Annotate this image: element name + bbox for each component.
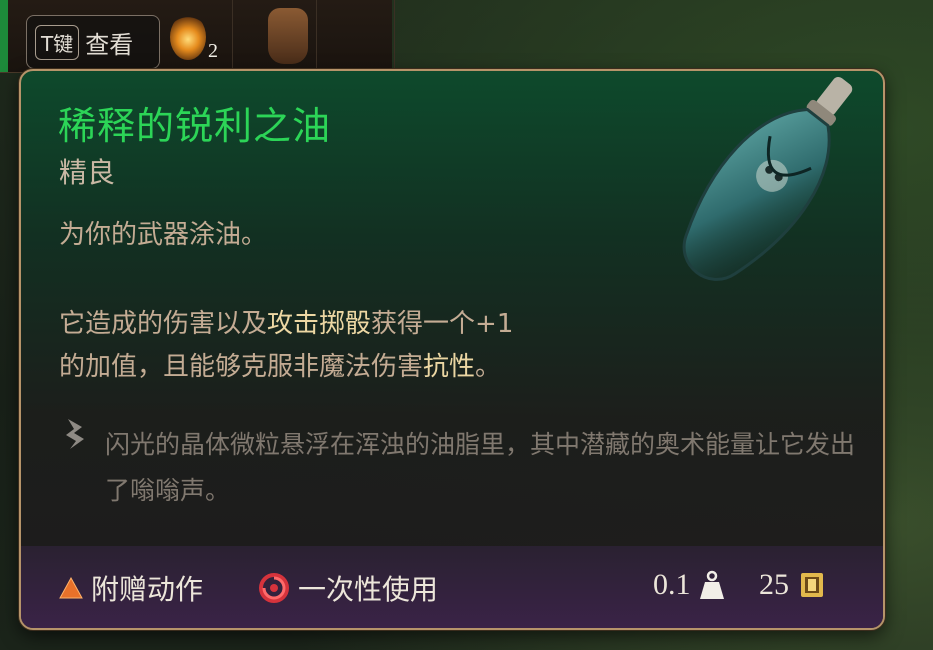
gold-coin-icon: [801, 573, 823, 597]
stack-count: 2: [208, 40, 218, 62]
single-use-tag: 一次性使用: [258, 568, 438, 608]
inventory-edge: [0, 0, 8, 72]
weight-icon: [699, 570, 724, 599]
item-price: 25: [759, 568, 827, 602]
attack-roll-keyword[interactable]: 攻击掷骰: [267, 309, 371, 339]
lore-quill-icon: [66, 419, 84, 449]
effect-text: 。: [475, 352, 502, 382]
hotkey-key: T键: [35, 24, 80, 60]
item-effect: 它造成的伤害以及攻击掷骰获得一个+1 的加值，且能够克服非魔法伤害抗性。: [59, 303, 659, 389]
oil-vial-icon: [682, 76, 853, 281]
pouch-icon[interactable]: [268, 8, 308, 64]
hotkey-label: 查看: [85, 30, 134, 59]
item-name: 稀释的锐利之油: [58, 104, 332, 148]
tooltip-footer: 附赠动作 一次性使用 0.1 25: [21, 546, 883, 628]
price-value: 25: [759, 568, 789, 601]
item-lore: 闪光的晶体微粒悬浮在浑浊的油脂里，其中潜藏的奥术能量让它发出了嗡嗡声。: [105, 430, 856, 505]
bonus-action-label: 附赠动作: [91, 573, 204, 606]
examine-hotkey[interactable]: T键 查看: [26, 15, 160, 69]
bonus-action-tag: 附赠动作: [59, 568, 203, 608]
weight-value: 0.1: [653, 568, 691, 601]
effect-text: 的加值，且能够克服非魔法伤害: [59, 352, 424, 382]
bonus-action-icon: [59, 577, 83, 599]
item-weight: 0.1: [653, 568, 725, 602]
resistance-keyword[interactable]: 抗性: [423, 352, 475, 382]
item-tooltip: 稀释的锐利之油 精良 为你的武器涂油。 它造成的伤害以及攻击掷骰获得一个+1 的加…: [19, 69, 885, 630]
flask-icon[interactable]: [170, 14, 206, 60]
inventory-slot[interactable]: [330, 0, 395, 68]
item-rarity: 精良: [59, 156, 116, 189]
effect-text: 它造成的伤害以及: [59, 309, 268, 339]
item-description: 为你的武器涂油。: [59, 220, 268, 250]
effect-text: 获得一个+1: [371, 309, 514, 339]
single-use-label: 一次性使用: [298, 573, 439, 606]
single-use-icon: [259, 573, 289, 603]
